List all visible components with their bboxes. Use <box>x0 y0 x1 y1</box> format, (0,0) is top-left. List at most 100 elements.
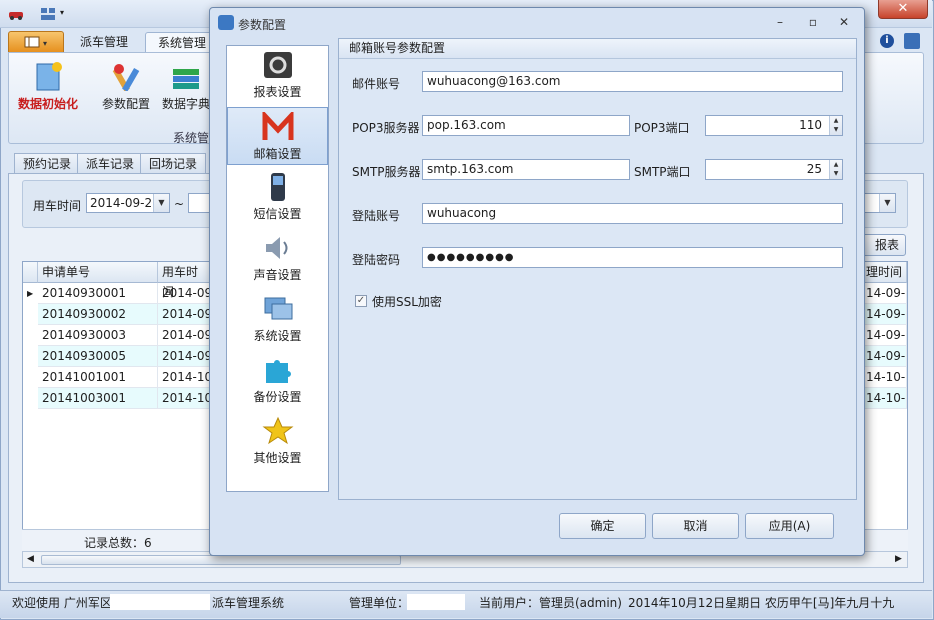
nav-label-other: 其他设置 <box>253 451 302 465</box>
col-header-request-no[interactable]: 申请单号 <box>38 262 158 283</box>
table-row-cell[interactable]: 14-10-0 <box>862 367 907 388</box>
email-account-label: 邮件账号 <box>352 77 401 91</box>
tools-icon <box>109 61 143 92</box>
stepper-arrows-icon[interactable]: ▲ ▼ <box>829 116 842 135</box>
status-system: 派车管理系统 <box>212 596 285 610</box>
table-row-cell[interactable]: 20141003001 <box>38 388 158 409</box>
table-row-cell[interactable]: 2014-09 <box>158 304 210 325</box>
section-title: 邮箱账号参数配置 <box>339 39 856 59</box>
ribbon-group-label: 系统管 <box>173 131 210 145</box>
table-row-cell[interactable]: 20140930001 <box>38 283 158 304</box>
dialog-title: 参数配置 <box>238 18 287 32</box>
nav-item-backup[interactable]: 备份设置 <box>227 351 328 409</box>
table-row-cell[interactable]: 14-09-3 <box>862 283 907 304</box>
doc-tab-reservations[interactable]: 预约记录 <box>14 153 81 174</box>
car-time-label: 用车时间 <box>33 199 82 213</box>
info-icon[interactable]: i <box>880 34 894 48</box>
data-init-label: 数据初始化 <box>17 97 78 111</box>
record-count: 记录总数：6 <box>84 536 152 550</box>
status-date: 2014年10月12日星期日 农历甲午[马]年九月十九 <box>628 596 895 610</box>
status-unit-label: 管理单位： <box>349 596 410 610</box>
doc-tab-return-records[interactable]: 回场记录 <box>140 153 207 174</box>
table-row-cell[interactable]: 14-09-3 <box>862 304 907 325</box>
table-row-cell[interactable]: 14-10-0 <box>862 388 907 409</box>
pop3-port-stepper[interactable]: 110 ▲ ▼ <box>705 115 843 136</box>
nav-item-email[interactable]: 邮箱设置 <box>227 107 328 165</box>
data-init-icon <box>31 61 65 91</box>
help-icon[interactable] <box>904 33 920 49</box>
dropdown-arrow-icon[interactable]: ▾ <box>60 8 64 17</box>
email-settings-panel <box>338 38 857 500</box>
books-icon <box>169 61 203 91</box>
nav-item-other[interactable]: 其他设置 <box>227 412 328 470</box>
table-row-cell[interactable]: 2014-09 <box>158 346 210 367</box>
car-app-icon[interactable] <box>8 7 24 21</box>
row-pointer-icon: ▶ <box>27 289 34 298</box>
chevron-down-icon[interactable]: ▼ <box>879 194 895 212</box>
table-row-cell[interactable]: 20140930005 <box>38 346 158 367</box>
nav-item-report[interactable]: 报表设置 <box>227 46 328 104</box>
nav-label-system: 系统设置 <box>253 329 302 343</box>
chevron-down-icon[interactable]: ▼ <box>153 194 169 212</box>
maximize-icon[interactable]: ▫ <box>805 15 821 29</box>
table-row-cell[interactable]: 2014-09 <box>158 283 210 304</box>
minimize-icon[interactable]: – <box>772 15 788 29</box>
scroll-right-icon[interactable]: ▶ <box>895 554 902 564</box>
status-user: 当前用户：管理员(admin) <box>479 596 622 610</box>
table-row-cell[interactable]: 20140930003 <box>38 325 158 346</box>
app-menu-button[interactable]: ▾ <box>8 31 64 53</box>
right-combo[interactable]: ▼ <box>862 193 896 213</box>
col-header-end-time[interactable]: 理时间 <box>862 262 907 283</box>
nav-item-sms[interactable]: 短信设置 <box>227 168 328 226</box>
pop3-port-value: 110 <box>799 118 822 132</box>
table-row-cell[interactable]: 20141001001 <box>38 367 158 388</box>
smtp-port-label: SMTP端口 <box>634 165 691 179</box>
apply-button[interactable]: 应用(A) <box>745 513 834 539</box>
doc-tab-dispatch-records[interactable]: 派车记录 <box>77 153 144 174</box>
smtp-port-value: 25 <box>806 162 822 176</box>
window-close-button[interactable]: ✕ <box>878 0 928 19</box>
cancel-button[interactable]: 取消 <box>652 513 739 539</box>
pop3-server-input[interactable]: pop.163.com <box>422 115 630 136</box>
date-from-combo[interactable]: 2014-09-26 ▼ <box>86 193 170 213</box>
redacted-mask <box>407 594 465 610</box>
pop3-port-label: POP3端口 <box>634 121 690 135</box>
report-button[interactable]: 报表 <box>862 234 906 256</box>
nav-label-sms: 短信设置 <box>253 207 302 221</box>
smtp-server-input[interactable]: smtp.163.com <box>422 159 630 180</box>
layout-icon[interactable] <box>40 7 56 21</box>
email-account-input[interactable]: wuhuacong@163.com <box>422 71 843 92</box>
login-account-input[interactable]: wuhuacong <box>422 203 843 224</box>
table-row-cell[interactable]: 2014-10 <box>158 367 210 388</box>
nav-item-sound[interactable]: 声音设置 <box>227 229 328 287</box>
nav-label-backup: 备份设置 <box>253 390 302 404</box>
scroll-left-icon[interactable]: ◀ <box>27 554 34 564</box>
puzzle-icon <box>262 355 294 385</box>
table-row-cell[interactable]: 2014-09 <box>158 325 210 346</box>
ok-button[interactable]: 确定 <box>559 513 646 539</box>
phone-icon <box>262 172 294 202</box>
login-password-label: 登陆密码 <box>352 253 401 267</box>
table-row-cell[interactable]: 2014-10 <box>158 388 210 409</box>
table-row-cell[interactable]: 14-09-3 <box>862 325 907 346</box>
col-header-car-time[interactable]: 用车时间 <box>158 262 210 299</box>
login-password-input[interactable]: ●●●●●●●●● <box>422 247 843 268</box>
close-icon[interactable]: ✕ <box>836 15 852 29</box>
smtp-port-stepper[interactable]: 25 ▲ ▼ <box>705 159 843 180</box>
stepper-arrows-icon[interactable]: ▲ ▼ <box>829 160 842 179</box>
table-row-cell[interactable]: 20140930002 <box>38 304 158 325</box>
date-from-value: 2014-09-26 <box>90 196 160 210</box>
computer-icon <box>262 294 294 324</box>
nav-label-email: 邮箱设置 <box>253 147 302 161</box>
tab-system[interactable]: 系统管理 <box>145 32 220 53</box>
data-init-button[interactable]: 数据初始化 <box>13 59 83 125</box>
scroll-thumb[interactable] <box>41 555 401 565</box>
table-row-cell[interactable]: 14-09-3 <box>862 346 907 367</box>
login-account-label: 登陆账号 <box>352 209 401 223</box>
pop3-server-label: POP3服务器 <box>352 121 420 135</box>
ssl-checkbox[interactable]: ✓ <box>355 295 367 307</box>
mail-icon <box>262 109 294 142</box>
tab-dispatch[interactable]: 派车管理 <box>68 32 140 53</box>
nav-item-system[interactable]: 系统设置 <box>227 290 328 348</box>
ssl-label: 使用SSL加密 <box>372 295 442 309</box>
